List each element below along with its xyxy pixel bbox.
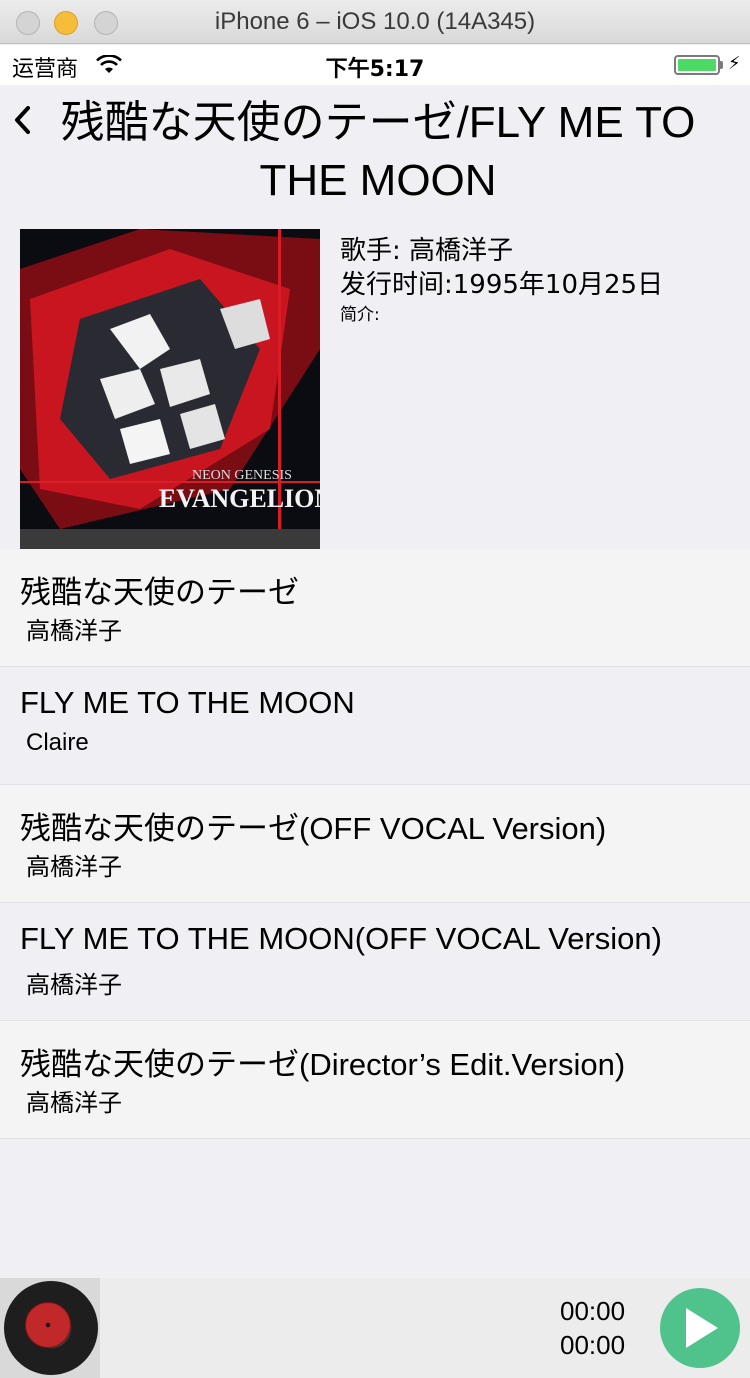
track-artist: 高橋洋子 bbox=[26, 618, 122, 645]
play-button[interactable] bbox=[660, 1288, 740, 1368]
total-duration: 00:00 bbox=[560, 1330, 626, 1360]
track-row[interactable]: FLY ME TO THE MOON Claire bbox=[0, 667, 750, 785]
track-artist: Claire bbox=[26, 729, 89, 756]
now-playing-disc[interactable] bbox=[0, 1278, 100, 1378]
page-title: 残酷な天使のテーゼ/FLY ME TO THE MOON bbox=[60, 98, 696, 205]
player-bar: 00:00 00:00 bbox=[0, 1278, 750, 1378]
elapsed-time: 00:00 bbox=[560, 1296, 626, 1326]
singer-label: 歌手: 高橋洋子 bbox=[340, 236, 514, 266]
cover-text-neon-genesis: NEON GENESIS bbox=[192, 468, 292, 483]
status-bar: 运营商 下午5:17 ⚡ bbox=[0, 45, 750, 85]
battery-tip bbox=[720, 61, 723, 69]
track-artist: 高橋洋子 bbox=[26, 972, 122, 999]
status-time: 下午5:17 bbox=[325, 57, 425, 82]
release-date-label: 发行时间:1995年10月25日 bbox=[340, 270, 664, 300]
simulator-title: iPhone 6 – iOS 10.0 (14A345) bbox=[214, 8, 536, 35]
cover-text-evangelion: EVANGELION bbox=[159, 484, 320, 513]
album-cover: NEON GENESIS EVANGELION bbox=[20, 229, 320, 549]
intro-label: 简介: bbox=[340, 305, 380, 325]
track-title: FLY ME TO THE MOON(OFF VOCAL Version) bbox=[20, 921, 662, 956]
album-art: NEON GENESIS EVANGELION bbox=[20, 229, 320, 549]
play-icon bbox=[686, 1308, 718, 1348]
track-row[interactable]: FLY ME TO THE MOON(OFF VOCAL Version) 高橋… bbox=[0, 903, 750, 1021]
track-row[interactable]: 残酷な天使のテーゼ(Director’s Edit.Version) 高橋洋子 bbox=[0, 1021, 750, 1139]
chevron-left-icon bbox=[15, 106, 30, 134]
track-artist: 高橋洋子 bbox=[26, 854, 122, 881]
charging-bolt-icon: ⚡ bbox=[728, 53, 741, 74]
track-title: 残酷な天使のテーゼ(Director’s Edit.Version) bbox=[20, 1047, 626, 1082]
track-row[interactable]: 残酷な天使のテーゼ 高橋洋子 bbox=[0, 549, 750, 667]
disc-label bbox=[25, 1302, 71, 1348]
battery-icon bbox=[674, 55, 720, 75]
track-title: FLY ME TO THE MOON bbox=[20, 685, 355, 720]
track-artist: 高橋洋子 bbox=[26, 1090, 122, 1117]
track-row[interactable]: 残酷な天使のテーゼ(OFF VOCAL Version) 高橋洋子 bbox=[0, 785, 750, 903]
track-title: 残酷な天使のテーゼ(OFF VOCAL Version) bbox=[20, 811, 607, 846]
simulator-title-bar: iPhone 6 – iOS 10.0 (14A345) bbox=[0, 0, 750, 44]
track-title: 残酷な天使のテーゼ bbox=[20, 575, 299, 610]
track-list: 残酷な天使のテーゼ 高橋洋子 FLY ME TO THE MOON Claire… bbox=[0, 549, 750, 1139]
